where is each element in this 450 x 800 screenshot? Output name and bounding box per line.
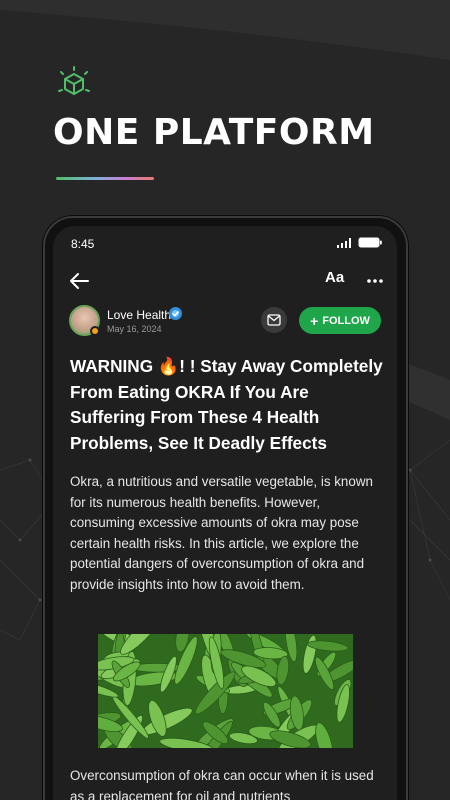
article-paragraph-2: Overconsumption of okra can occur when i… bbox=[70, 768, 374, 800]
okra-image bbox=[98, 634, 353, 748]
app-bar: Aa bbox=[53, 262, 397, 302]
hero-title: ONE PLATFORM bbox=[53, 112, 375, 153]
mail-icon bbox=[267, 314, 281, 326]
phone-screen: 8:45 Aa Love Health May 16, 2024 + FOLLO… bbox=[53, 226, 397, 800]
signal-icon bbox=[337, 238, 351, 248]
cube-icon bbox=[58, 66, 90, 95]
post-date: May 16, 2024 bbox=[107, 324, 162, 334]
article-title: WARNING 🔥! ! Stay Away Completely From E… bbox=[70, 356, 383, 453]
message-button[interactable] bbox=[261, 307, 287, 333]
avatar-badge bbox=[90, 326, 100, 336]
status-time: 8:45 bbox=[71, 237, 95, 251]
battery-icon bbox=[358, 237, 382, 248]
verified-badge-icon bbox=[169, 307, 182, 320]
follow-button[interactable]: + FOLLOW bbox=[299, 307, 381, 334]
status-bar: 8:45 bbox=[53, 226, 397, 262]
more-options-icon[interactable] bbox=[365, 271, 385, 291]
author-row: Love Health May 16, 2024 + FOLLOW bbox=[53, 302, 397, 346]
author-name[interactable]: Love Health bbox=[107, 308, 171, 322]
follow-label: FOLLOW bbox=[322, 314, 370, 327]
plus-icon: + bbox=[310, 312, 319, 329]
hero-underline bbox=[56, 177, 154, 180]
back-arrow-icon[interactable] bbox=[68, 271, 90, 291]
font-size-button[interactable]: Aa bbox=[325, 269, 344, 286]
article-paragraph: Okra, a nutritious and versatile vegetab… bbox=[70, 474, 373, 592]
